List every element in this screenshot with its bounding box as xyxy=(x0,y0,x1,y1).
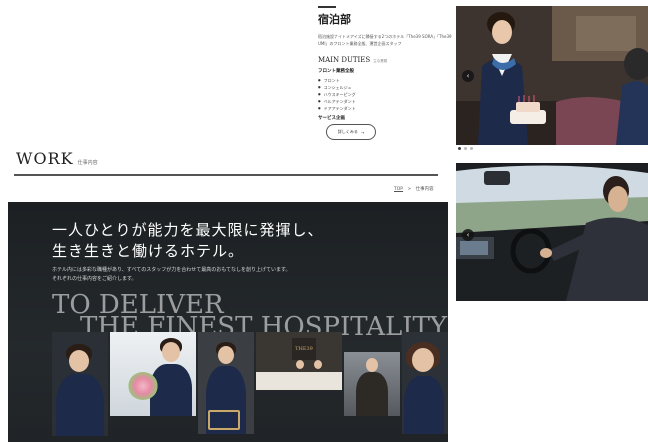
carousel-prev-button[interactable]: ‹ xyxy=(462,70,474,82)
breadcrumb-separator: > xyxy=(407,187,412,192)
service-label: サービス企画 xyxy=(318,116,345,121)
work-subtitle: 仕事内容 xyxy=(77,160,98,166)
breadcrumb-current: 仕事内容 xyxy=(415,187,434,192)
duty-item: ドアアテンダント xyxy=(318,105,454,112)
carousel-dot[interactable] xyxy=(458,147,461,150)
staff-photo-flowers xyxy=(110,332,196,416)
carousel-prev-button-2[interactable]: ‹ xyxy=(462,229,474,241)
driver-illustration xyxy=(456,163,648,301)
front-desk-photo: THE39 xyxy=(256,332,342,390)
duty-item: ハウスキーピング xyxy=(318,91,454,98)
hero-lead-line2: それぞれの仕事内容をご紹介します。 xyxy=(52,276,137,282)
more-button[interactable]: 詳しくみる → xyxy=(326,124,376,140)
duties-list: フロント コンシェルジュ ハウスキーピング ベルアテンダント ドアアテンダント xyxy=(318,77,454,112)
staff-cake-illustration xyxy=(456,6,648,145)
work-title: WORK xyxy=(16,149,74,168)
work-divider xyxy=(14,174,438,176)
breadcrumb-home-link[interactable]: TOP xyxy=(394,187,403,192)
main-duties-subtitle: 主な業務 xyxy=(373,59,388,63)
work-heading: WORK 仕事内容 xyxy=(16,149,98,168)
section-title: 宿泊部 xyxy=(318,13,351,26)
hero-lead-line1: ホテル内には多彩な職種があり、すべてのスタッフが力を合わせて最高のおもてなしを創… xyxy=(52,267,291,273)
staff-photo-doorman xyxy=(344,352,400,416)
carousel-indicators xyxy=(458,147,473,150)
duty-item: フロント xyxy=(318,77,454,84)
staff-photo-bell xyxy=(198,332,254,434)
chevron-left-icon: ‹ xyxy=(466,231,470,239)
more-button-label: 詳しくみる xyxy=(337,129,358,134)
duty-item: ベルアテンダント xyxy=(318,98,454,105)
hero-headline-line1: 一人ひとりが能力を最大限に発揮し、 xyxy=(52,221,324,239)
arrow-right-icon: → xyxy=(360,129,365,135)
chevron-left-icon: ‹ xyxy=(466,72,470,80)
hero-section: 一人ひとりが能力を最大限に発揮し、 生き生きと働けるホテル。 ホテル内には多彩な… xyxy=(8,202,448,442)
carousel-dot[interactable] xyxy=(464,147,467,150)
staff-photo-smiling xyxy=(402,332,448,434)
front-label: フロント業務全般 xyxy=(318,69,354,74)
hero-headline: 一人ひとりが能力を最大限に発揮し、 生き生きと働けるホテル。 xyxy=(52,220,324,262)
staff-photo-phone xyxy=(52,332,108,436)
breadcrumb: TOP > 仕事内容 xyxy=(394,186,434,192)
carousel-dot[interactable] xyxy=(470,147,473,150)
hero-headline-line2: 生き生きと働けるホテル。 xyxy=(52,242,245,260)
duty-item: コンシェルジュ xyxy=(318,84,454,91)
hotel-sign: THE39 xyxy=(292,338,316,360)
main-duties-heading: MAIN DUTIES 主な業務 xyxy=(318,56,454,64)
section-description: 宿泊施設ナイトメアイズに隣接する2つのホテル「The39 SORA」「The39… xyxy=(318,34,452,46)
staff-cake-photo: ‹ xyxy=(456,6,648,145)
accommodation-section: 宿泊部 宿泊施設ナイトメアイズに隣接する2つのホテル「The39 SORA」「T… xyxy=(318,6,454,121)
main-duties-title: MAIN DUTIES xyxy=(318,56,371,64)
driver-photo: ‹ xyxy=(456,163,648,301)
hero-lead: ホテル内には多彩な職種があり、すべてのスタッフが力を合わせて最高のおもてなしを創… xyxy=(52,266,291,284)
title-rule xyxy=(318,6,336,8)
